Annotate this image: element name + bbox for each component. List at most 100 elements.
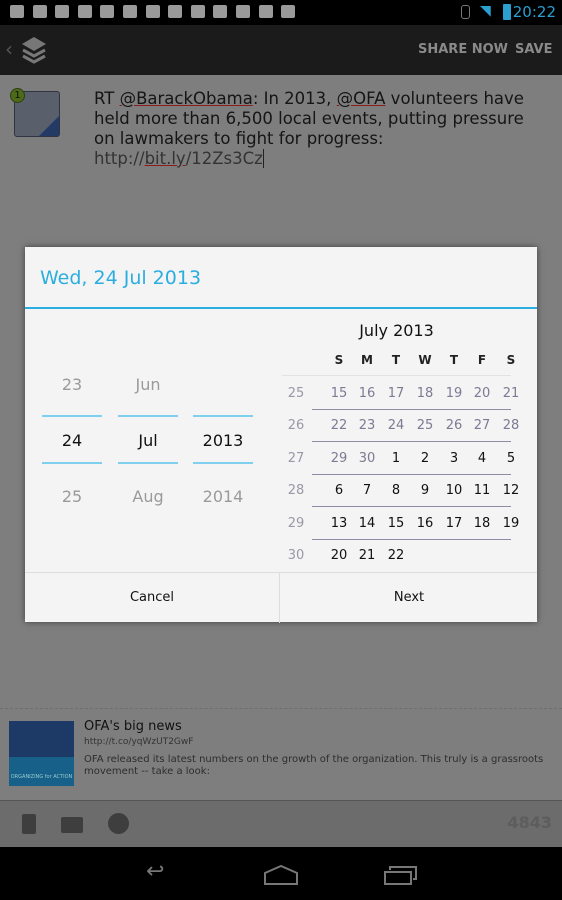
date-picker-dialog: Wed, 24 Jul 2013 23 24 25 Jun Jul Aug 2013 2014… [25,247,537,623]
play-store-icon [168,5,183,18]
trash-icon[interactable] [22,814,36,834]
bluetooth-icon [461,5,470,19]
day-picker-value[interactable]: 24 [42,431,102,450]
play-store-icon [123,5,137,18]
text-cursor [262,149,264,168]
calendar-day[interactable]: 22 [325,418,353,433]
week-divider [312,538,511,540]
day-picker-value[interactable]: 25 [42,487,102,506]
calendar-day[interactable]: 16 [411,516,439,531]
weekday-header: M [361,353,373,367]
chat-icon [55,5,70,18]
preview-title: OFA's big news [84,719,182,734]
calendar-day[interactable]: 6 [325,483,353,498]
calendar-day[interactable]: 23 [353,418,381,433]
android-icon [281,5,296,18]
play-store-icon [190,5,205,18]
calendar-day[interactable]: 17 [382,386,410,401]
tweet-text-input[interactable]: RT @BarackObama: In 2013, @OFA volunteer… [94,89,544,169]
calendar-day[interactable]: 2 [411,451,439,466]
calendar-day[interactable]: 22 [382,548,410,563]
action-bar: ‹ SHARE NOW SAVE [0,25,562,75]
calendar-day[interactable]: 14 [353,516,381,531]
calendar-day[interactable]: 15 [382,516,410,531]
calendar-day[interactable]: 19 [440,386,468,401]
share-now-button[interactable]: SHARE NOW [418,42,508,57]
link-preview-image: ORGANIZING for ACTION [9,721,74,786]
week-number: 29 [287,515,305,531]
calendar-day[interactable]: 24 [382,418,410,433]
year-picker-divider [193,462,253,464]
calendar-day[interactable]: 26 [440,418,468,433]
status-bar: ◥ 20:22 [0,0,562,25]
home-icon[interactable] [264,865,298,885]
calendar-day[interactable]: 17 [440,516,468,531]
back-icon[interactable]: ↩ [146,859,164,884]
calendar-day[interactable]: 7 [353,483,381,498]
calendar-day[interactable]: 15 [325,386,353,401]
calendar-day[interactable]: 3 [440,451,468,466]
play-store-icon [213,5,228,18]
calendar-day[interactable]: 20 [468,386,496,401]
calendar-month-label: July 2013 [359,321,434,340]
calendar-day[interactable]: 21 [497,386,525,401]
calendar-day[interactable]: 19 [497,516,525,531]
calendar-day[interactable]: 25 [411,418,439,433]
calendar-day[interactable]: 18 [468,516,496,531]
calendar-day[interactable]: 11 [468,483,496,498]
month-picker-value[interactable]: Aug [118,487,178,506]
character-count: 4843 [507,813,552,832]
week-divider [312,441,511,443]
calendar-day[interactable]: 10 [440,483,468,498]
play-store-icon [145,5,160,18]
clock-icon[interactable] [108,813,129,834]
calendar-day[interactable]: 8 [382,483,410,498]
calendar-day[interactable]: 13 [325,516,353,531]
dialog-button-bar: Cancel Next [25,572,537,623]
tweet-text: : In 2013, [252,89,337,108]
link: bit.ly [144,149,186,168]
year-picker-value[interactable]: 2014 [193,487,253,506]
calendar-day[interactable]: 20 [325,548,353,563]
calendar-day[interactable]: 12 [497,483,525,498]
facebook-icon [39,116,59,136]
week-divider [312,506,511,508]
calendar-day[interactable]: 21 [353,548,381,563]
calendar-day[interactable]: 1 [382,451,410,466]
calendar-day[interactable]: 28 [497,418,525,433]
mention: @BarackObama [119,89,253,108]
week-number: 25 [287,386,305,401]
calendar-day[interactable]: 29 [325,451,353,466]
dialog-title: Wed, 24 Jul 2013 [40,267,202,289]
back-chevron-icon[interactable]: ‹ [5,37,13,61]
play-store-icon [258,5,273,18]
play-store-icon [236,5,250,18]
next-button[interactable]: Next [281,573,537,623]
calendar-day[interactable]: 18 [411,386,439,401]
gmail-icon [10,5,24,18]
day-picker-value[interactable]: 23 [42,375,102,394]
cancel-button[interactable]: Cancel [25,573,280,623]
calendar-day[interactable]: 9 [411,483,439,498]
buffer-layers-icon[interactable] [20,35,48,65]
week-divider [312,473,511,475]
calendar-day[interactable]: 5 [497,451,525,466]
battery-icon [503,4,511,20]
calendar-day[interactable]: 30 [353,451,381,466]
bottom-toolbar [0,800,562,847]
calendar-day[interactable]: 4 [468,451,496,466]
recent-apps-icon[interactable] [384,865,418,885]
save-button[interactable]: SAVE [515,42,552,57]
calendar-day[interactable]: 27 [468,418,496,433]
month-picker-value[interactable]: Jun [118,375,178,394]
day-picker-divider [42,415,102,417]
clock: 20:22 [512,3,556,21]
month-picker-divider [118,462,178,464]
year-picker-value[interactable]: 2013 [193,431,253,450]
trello-icon [77,5,92,18]
gallery-icon [32,5,47,18]
account-count-badge: 1 [10,88,25,103]
calendar-day[interactable]: 16 [353,386,381,401]
camera-icon[interactable] [61,817,83,833]
month-picker-value[interactable]: Jul [118,431,178,450]
